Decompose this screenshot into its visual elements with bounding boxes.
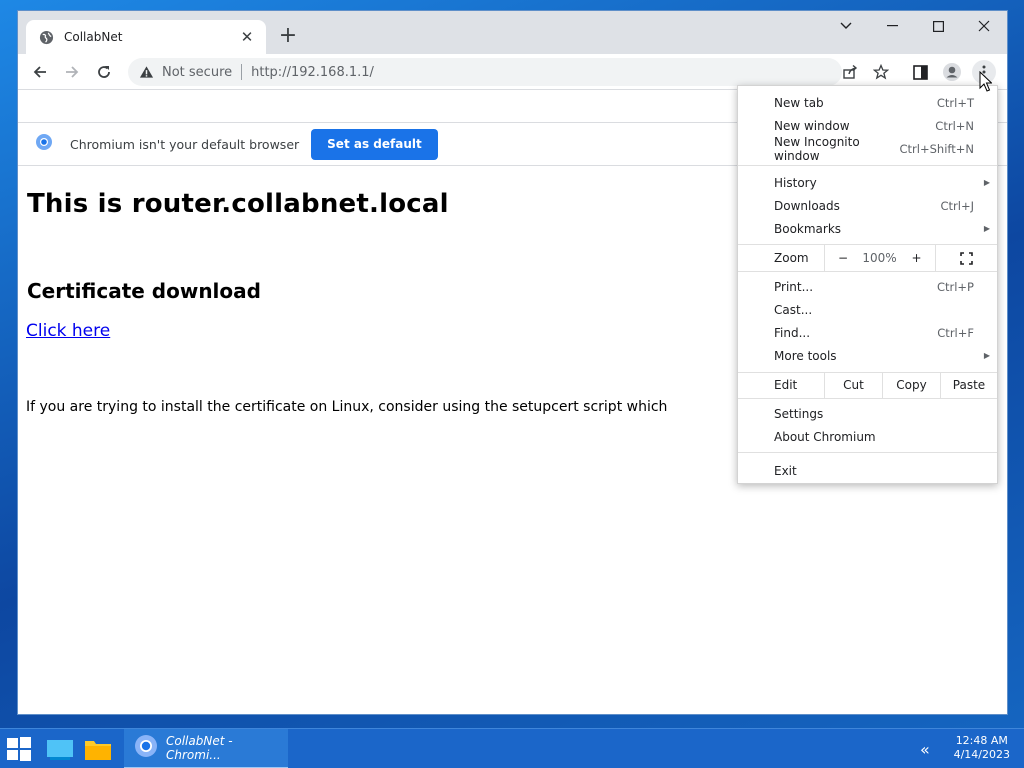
share-icon[interactable] — [838, 60, 862, 84]
task-view-icon[interactable] — [46, 729, 74, 768]
menu-label: New Incognito window — [774, 134, 860, 163]
menu-label: History — [774, 175, 817, 190]
menu-shortcut: Ctrl+P — [936, 279, 974, 294]
menu-divider — [738, 452, 997, 453]
mouse-cursor-icon — [979, 70, 993, 96]
menu-label: Exit — [774, 463, 797, 478]
menu-shortcut: Ctrl+T — [936, 95, 974, 110]
copy-button[interactable]: Copy — [882, 372, 940, 398]
menu-divider — [738, 398, 997, 399]
fullscreen-icon[interactable] — [935, 245, 997, 271]
close-window-icon[interactable] — [961, 11, 1007, 41]
menu-item-history[interactable]: History ▶ — [738, 171, 997, 194]
menu-shortcut: Ctrl+J — [940, 198, 975, 213]
certificate-download-link[interactable]: Click here — [26, 321, 110, 341]
menu-label: About Chromium — [774, 429, 876, 444]
security-status[interactable]: Not secure — [162, 65, 232, 80]
zoom-out-button[interactable]: − — [824, 245, 861, 271]
menu-item-cast[interactable]: Cast... — [738, 298, 997, 321]
show-hidden-icons-chevron-icon[interactable]: « — [920, 729, 930, 768]
infobar-message: Chromium isn't your default browser — [70, 136, 300, 152]
cut-button[interactable]: Cut — [824, 372, 882, 398]
submenu-arrow-icon: ▶ — [983, 351, 990, 360]
side-panel-icon[interactable] — [908, 60, 932, 84]
window-controls — [823, 11, 1007, 41]
warning-icon — [138, 64, 154, 80]
menu-label: Cast... — [774, 302, 813, 317]
menu-shortcut: Ctrl+N — [935, 118, 974, 133]
clock-time: 12:48 AM — [955, 734, 1008, 747]
zoom-label: Zoom — [774, 251, 809, 265]
close-tab-icon[interactable]: ✕ — [238, 28, 256, 46]
minimize-icon[interactable] — [869, 11, 915, 41]
menu-shortcut: Ctrl+Shift+N — [899, 141, 974, 156]
url-text[interactable]: http://192.168.1.1/ — [251, 65, 374, 80]
taskbar: CollabNet - Chromi... « 12:48 AM 4/14/20… — [0, 728, 1024, 768]
bookmark-star-icon[interactable] — [869, 60, 893, 84]
chromium-logo-icon — [35, 133, 53, 155]
menu-item-find[interactable]: Find... Ctrl+F — [738, 321, 997, 344]
menu-item-more-tools[interactable]: More tools ▶ — [738, 344, 997, 367]
submenu-arrow-icon: ▶ — [983, 224, 990, 233]
menu-label: Print... — [774, 279, 814, 294]
menu-divider — [738, 165, 997, 166]
edit-label: Edit — [774, 378, 798, 392]
page-heading: This is router.collabnet.local — [27, 189, 449, 219]
menu-item-about-chromium[interactable]: About Chromium — [738, 425, 997, 448]
zoom-row: Zoom − 100% + — [738, 245, 997, 271]
menu-item-downloads[interactable]: Downloads Ctrl+J — [738, 194, 997, 217]
taskbar-app-label: CollabNet - Chromi... — [166, 734, 233, 762]
certificate-heading: Certificate download — [27, 279, 261, 303]
menu-item-print[interactable]: Print... Ctrl+P — [738, 275, 997, 298]
menu-label: Downloads — [774, 198, 840, 213]
file-explorer-icon[interactable] — [84, 729, 112, 768]
menu-item-bookmarks[interactable]: Bookmarks ▶ — [738, 217, 997, 240]
menu-item-new-tab[interactable]: New tab Ctrl+T — [738, 91, 997, 114]
menu-label: More tools — [774, 348, 837, 363]
zoom-level: 100% — [862, 251, 897, 265]
app-menu: New tab Ctrl+T New window Ctrl+N New Inc… — [737, 85, 998, 484]
tab-search-chevron-icon[interactable] — [823, 11, 869, 41]
menu-item-new-incognito-window[interactable]: New Incognito window Ctrl+Shift+N — [738, 134, 997, 163]
maximize-icon[interactable] — [915, 11, 961, 41]
back-arrow-icon[interactable] — [28, 60, 52, 84]
start-windows-icon[interactable] — [6, 729, 32, 768]
tab-title: CollabNet — [64, 30, 123, 44]
reload-icon[interactable] — [92, 60, 116, 84]
menu-label: Find... — [774, 325, 811, 340]
omnibox-divider — [241, 64, 243, 80]
submenu-arrow-icon: ▶ — [983, 178, 990, 187]
menu-label: New window — [774, 118, 850, 133]
clock-date: 4/14/2023 — [953, 748, 1010, 761]
set-as-default-button[interactable]: Set as default — [311, 128, 438, 160]
menu-shortcut: Ctrl+F — [937, 325, 974, 340]
profile-avatar-icon[interactable] — [940, 60, 964, 84]
edit-row: Edit Cut Copy Paste — [738, 372, 997, 398]
new-tab-button[interactable]: + — [276, 25, 300, 49]
menu-label: Settings — [774, 406, 824, 421]
address-bar[interactable]: Not secure http://192.168.1.1/ — [128, 58, 842, 86]
tab-collabnet[interactable]: CollabNet ✕ — [26, 20, 266, 54]
system-clock[interactable]: 12:48 AM 4/14/2023 — [954, 734, 1010, 762]
menu-label: Bookmarks — [774, 221, 842, 236]
linux-instructions-text: If you are trying to install the certifi… — [26, 399, 668, 415]
menu-label: New tab — [774, 95, 824, 110]
globe-icon — [38, 29, 54, 45]
zoom-in-button[interactable]: + — [898, 251, 935, 265]
tab-strip: CollabNet ✕ + — [18, 11, 1007, 54]
menu-divider — [738, 271, 997, 272]
chromium-taskbar-icon — [134, 734, 158, 762]
menu-item-settings[interactable]: Settings — [738, 402, 997, 425]
menu-item-exit[interactable]: Exit — [738, 459, 997, 482]
paste-button[interactable]: Paste — [940, 372, 997, 398]
taskbar-app-chromium[interactable]: CollabNet - Chromi... — [124, 729, 288, 768]
forward-arrow-icon[interactable] — [60, 60, 84, 84]
